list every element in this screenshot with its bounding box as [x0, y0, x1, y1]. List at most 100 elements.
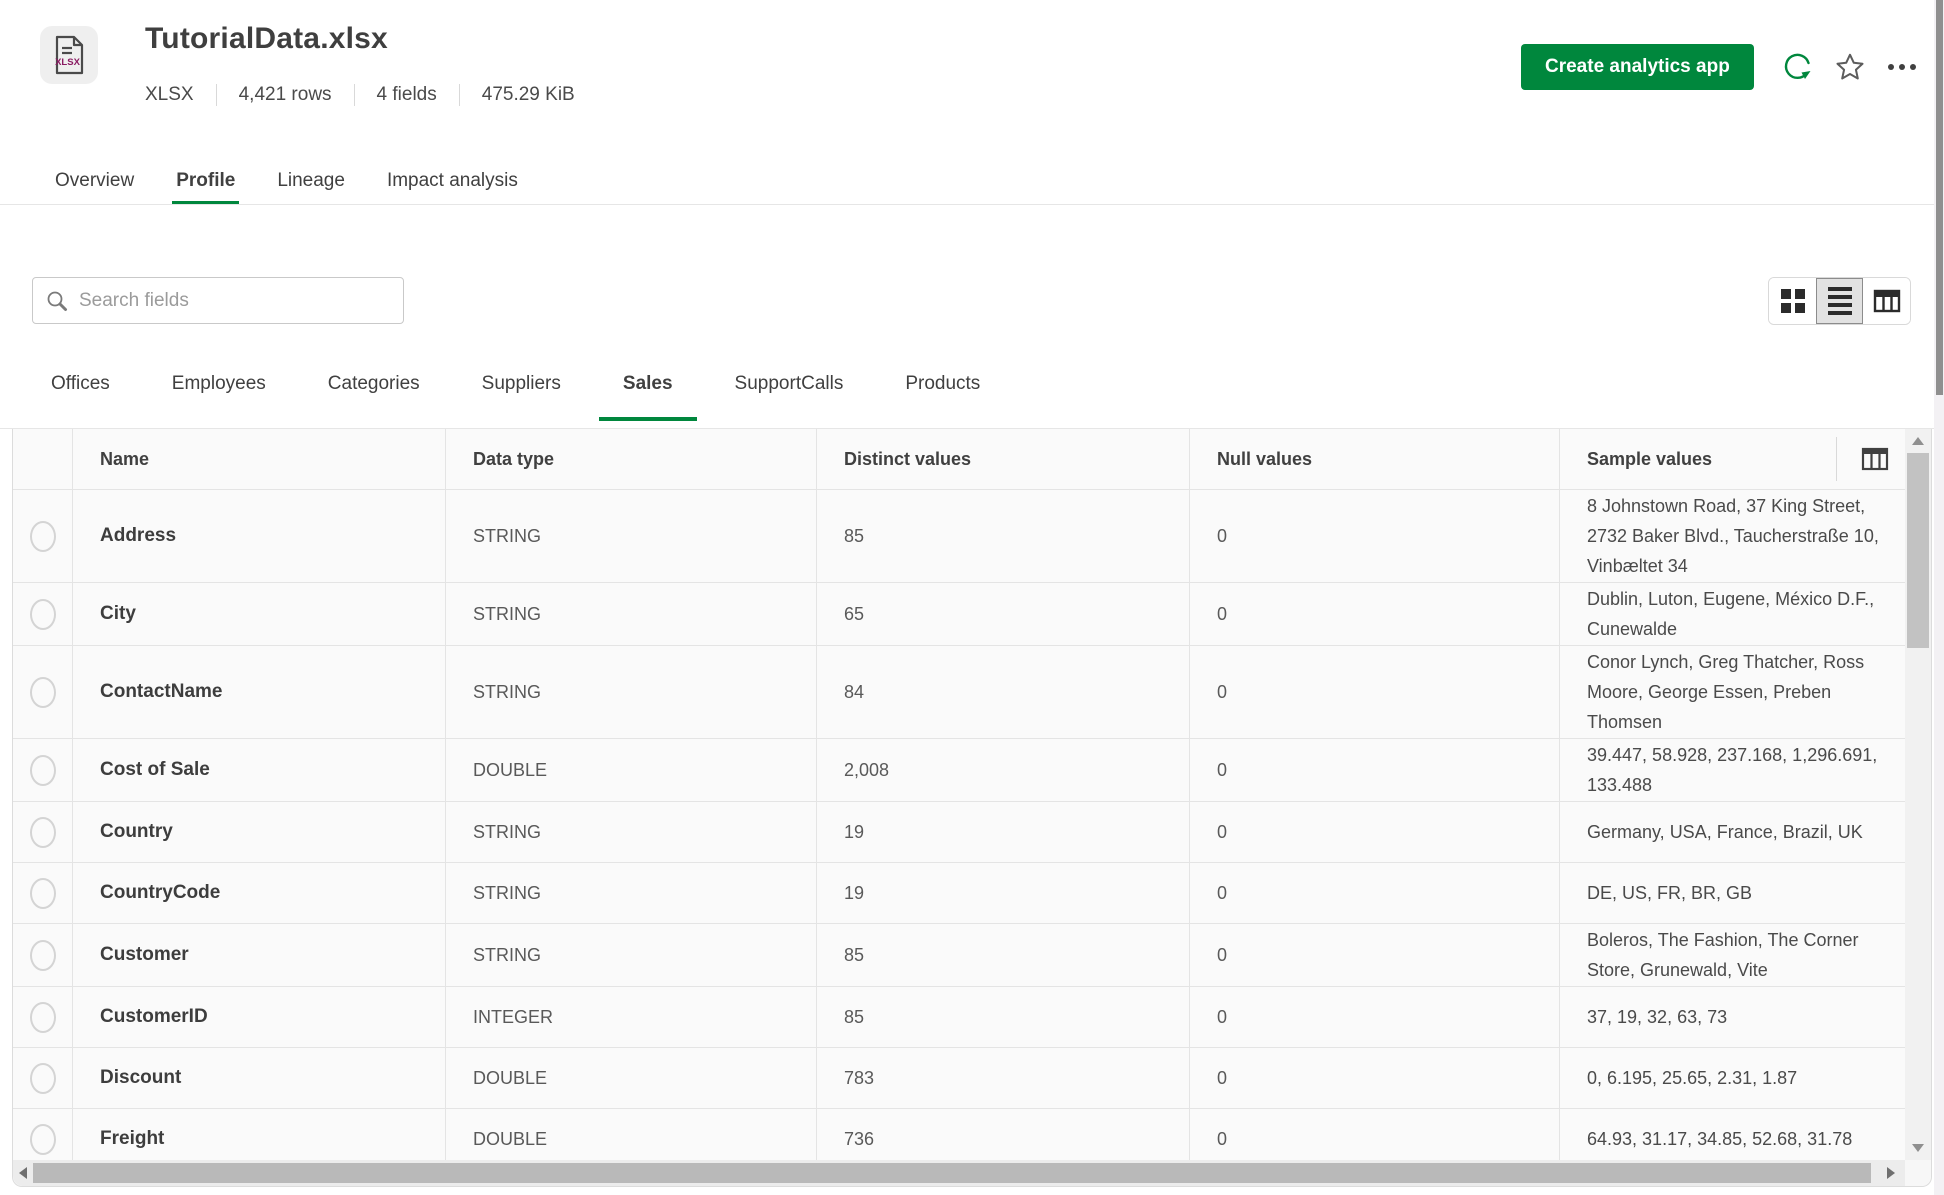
field-data-type: DOUBLE: [445, 1048, 816, 1108]
field-null-values: 0: [1189, 739, 1559, 801]
row-radio[interactable]: [29, 754, 56, 786]
sample-values-label: Sample values: [1587, 449, 1713, 469]
document-icon: XLSX: [55, 35, 84, 75]
scroll-down-arrow-icon[interactable]: [1912, 1144, 1924, 1152]
column-header-name: Name: [72, 429, 445, 489]
page-scrollbar[interactable]: [1934, 0, 1944, 1195]
field-name: ContactName: [100, 681, 223, 702]
field-null-values: 0: [1189, 1109, 1559, 1160]
table-row[interactable]: Address STRING 85 0 8 Johnstown Road, 37…: [13, 490, 1905, 583]
field-null-values: 0: [1189, 924, 1559, 986]
row-radio[interactable]: [29, 1001, 56, 1033]
list-view-icon: [1827, 287, 1852, 315]
file-size: 475.29 KiB: [458, 84, 597, 106]
row-radio[interactable]: [29, 676, 56, 708]
field-null-values: 0: [1189, 583, 1559, 645]
row-radio[interactable]: [29, 520, 56, 552]
favorite-button[interactable]: [1830, 47, 1870, 87]
grid-view-icon: [1780, 289, 1805, 313]
field-distinct-values: 85: [816, 924, 1189, 986]
more-menu-button[interactable]: [1882, 47, 1922, 87]
page-scroll-thumb[interactable]: [1936, 0, 1943, 395]
grid-view-button[interactable]: [1769, 278, 1816, 324]
field-data-type: STRING: [445, 863, 816, 923]
dataset-tab-employees[interactable]: Employees: [148, 365, 290, 427]
dataset-tab-sales[interactable]: Sales: [598, 365, 697, 427]
column-picker-button[interactable]: [1861, 447, 1889, 471]
table-row[interactable]: CountryCode STRING 19 0 DE, US, FR, BR, …: [13, 863, 1905, 924]
ellipsis-icon: [1887, 64, 1916, 70]
vertical-scroll-thumb[interactable]: [1907, 453, 1929, 648]
xlsx-file-icon: XLSX: [40, 26, 98, 84]
scroll-right-arrow-icon[interactable]: [1887, 1167, 1895, 1179]
table-row[interactable]: Cost of Sale DOUBLE 2,008 0 39.447, 58.9…: [13, 739, 1905, 802]
table-row[interactable]: City STRING 65 0 Dublin, Luton, Eugene, …: [13, 583, 1905, 646]
tab-impact-analysis[interactable]: Impact analysis: [387, 157, 518, 205]
dataset-profile-page: XLSX TutorialData.xlsx XLSX 4,421 rows 4…: [0, 0, 1944, 1195]
horizontal-scroll-thumb[interactable]: [33, 1163, 1871, 1183]
dataset-tab-products[interactable]: Products: [881, 365, 1004, 427]
row-radio[interactable]: [29, 1123, 56, 1155]
field-sample-values: 39.447, 58.928, 237.168, 1,296.691, 133.…: [1559, 739, 1905, 801]
field-data-type: STRING: [445, 490, 816, 582]
table-view-button[interactable]: [1863, 278, 1910, 324]
row-radio[interactable]: [29, 598, 56, 630]
fields-table: Name Data type Distinct values Null valu…: [12, 429, 1932, 1187]
field-data-type: STRING: [445, 646, 816, 738]
field-null-values: 0: [1189, 863, 1559, 923]
field-sample-values: Dublin, Luton, Eugene, México D.F., Cune…: [1559, 583, 1905, 645]
row-radio[interactable]: [29, 1062, 56, 1094]
table-row[interactable]: CustomerID INTEGER 85 0 37, 19, 32, 63, …: [13, 987, 1905, 1048]
field-distinct-values: 2,008: [816, 739, 1189, 801]
table-row[interactable]: Freight DOUBLE 736 0 64.93, 31.17, 34.85…: [13, 1109, 1905, 1160]
table-view-icon: [1873, 289, 1900, 313]
dataset-tab-offices[interactable]: Offices: [27, 365, 134, 427]
column-header-data-type: Data type: [445, 429, 816, 489]
field-sample-values: 37, 19, 32, 63, 73: [1559, 987, 1905, 1047]
search-input[interactable]: [79, 289, 391, 312]
field-null-values: 0: [1189, 802, 1559, 862]
table-row[interactable]: ContactName STRING 84 0 Conor Lynch, Gre…: [13, 646, 1905, 739]
tab-lineage[interactable]: Lineage: [277, 157, 345, 205]
field-sample-values: 0, 6.195, 25.65, 2.31, 1.87: [1559, 1048, 1905, 1108]
row-radio[interactable]: [29, 939, 56, 971]
tab-overview[interactable]: Overview: [55, 157, 134, 205]
search-fields-box: [32, 277, 404, 324]
tab-divider: [0, 204, 1944, 205]
table-row[interactable]: Discount DOUBLE 783 0 0, 6.195, 25.65, 2…: [13, 1048, 1905, 1109]
create-analytics-app-button[interactable]: Create analytics app: [1521, 44, 1754, 90]
scroll-left-arrow-icon[interactable]: [19, 1167, 27, 1179]
table-horizontal-scrollbar[interactable]: [13, 1160, 1905, 1186]
table-row[interactable]: Country STRING 19 0 Germany, USA, France…: [13, 802, 1905, 863]
field-name: Discount: [100, 1067, 182, 1088]
field-sample-values: 64.93, 31.17, 34.85, 52.68, 31.78: [1559, 1109, 1905, 1160]
field-distinct-values: 65: [816, 583, 1189, 645]
row-count: 4,421 rows: [215, 84, 354, 106]
header-separator: [1836, 437, 1837, 481]
field-null-values: 0: [1189, 490, 1559, 582]
table-row[interactable]: Customer STRING 85 0 Boleros, The Fashio…: [13, 924, 1905, 987]
table-vertical-scrollbar[interactable]: [1905, 429, 1931, 1160]
column-header-null-values: Null values: [1189, 429, 1559, 489]
field-sample-values: Conor Lynch, Greg Thatcher, Ross Moore, …: [1559, 646, 1905, 738]
table-header-row: Name Data type Distinct values Null valu…: [13, 429, 1905, 490]
field-sample-values: DE, US, FR, BR, GB: [1559, 863, 1905, 923]
field-null-values: 0: [1189, 1048, 1559, 1108]
file-type: XLSX: [145, 84, 194, 105]
dataset-tab-categories[interactable]: Categories: [304, 365, 444, 427]
column-header-sample-values: Sample values: [1559, 429, 1905, 489]
scroll-up-arrow-icon[interactable]: [1912, 437, 1924, 445]
list-view-button[interactable]: [1816, 278, 1863, 324]
row-radio[interactable]: [29, 816, 56, 848]
field-distinct-values: 783: [816, 1048, 1189, 1108]
field-distinct-values: 85: [816, 490, 1189, 582]
tab-profile[interactable]: Profile: [172, 157, 240, 205]
reload-button[interactable]: [1778, 47, 1818, 87]
dataset-tab-suppliers[interactable]: Suppliers: [458, 365, 585, 427]
row-radio[interactable]: [29, 877, 56, 909]
dataset-tab-supportcalls[interactable]: SupportCalls: [711, 365, 868, 427]
field-data-type: DOUBLE: [445, 1109, 816, 1160]
field-data-type: DOUBLE: [445, 739, 816, 801]
field-name: Address: [100, 525, 177, 546]
field-name: Country: [100, 821, 173, 842]
